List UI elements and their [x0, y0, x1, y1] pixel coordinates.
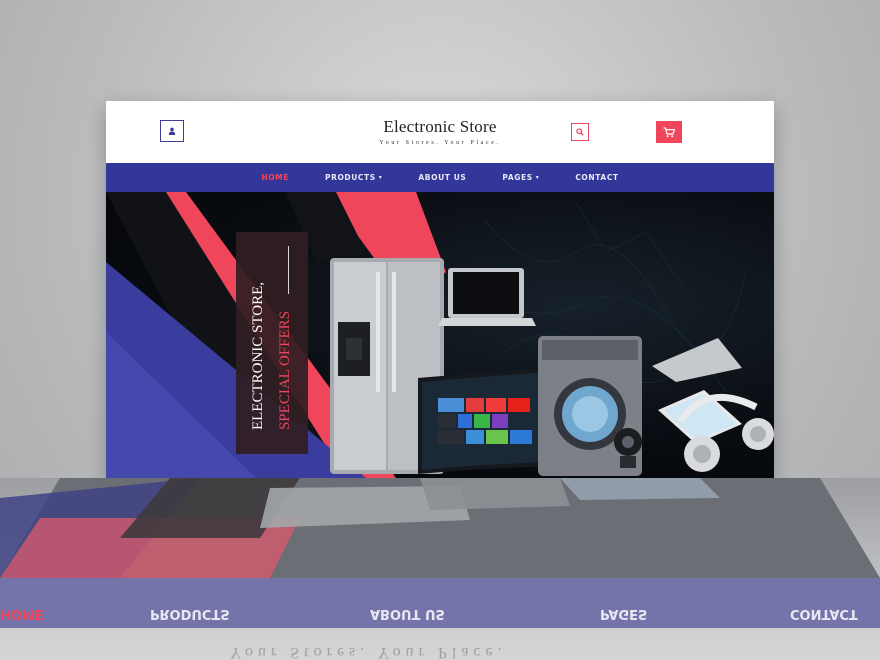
hero-banner: ELECTRONIC STORE, SPECIAL OFFERS — [106, 192, 774, 478]
promo-box[interactable]: ELECTRONIC STORE, SPECIAL OFFERS — [236, 232, 308, 454]
promo-subtitle: SPECIAL OFFERS — [277, 311, 293, 431]
page: { "store": { "title": "Electronic Store"… — [0, 0, 880, 660]
promo-title: ELECTRONIC STORE, — [250, 282, 266, 431]
macbook-icon — [652, 338, 742, 382]
nav-products[interactable]: PRODUCTS ▾ — [325, 173, 382, 182]
search-icon — [576, 128, 584, 136]
nav-pages[interactable]: PAGES ▾ — [502, 173, 539, 182]
website-screenshot: Electronic Store Your Stores. Your Place… — [106, 101, 774, 478]
mirror-reflection: HOME PRODUCTS ABOUT US PAGES CONTACT You… — [0, 478, 880, 660]
chevron-down-icon: ▾ — [535, 174, 540, 181]
reflected-nav-about-us: ABOUT US — [370, 606, 445, 621]
reflected-nav-products: PRODUCTS — [150, 606, 230, 621]
nav-home-label: HOME — [261, 173, 289, 182]
nav-pages-label: PAGES — [502, 173, 533, 182]
cart-icon — [663, 126, 675, 137]
laptop-icon — [438, 268, 536, 326]
reflection-graphic: HOME PRODUCTS ABOUT US PAGES CONTACT You… — [0, 478, 880, 660]
reflected-nav-contact: CONTACT — [790, 606, 858, 621]
nav-about-us[interactable]: ABOUT US — [418, 173, 466, 182]
reflected-nav-pages: PAGES — [600, 606, 647, 621]
reflected-tagline: Your Stores. Your Place. — [230, 644, 507, 660]
nav-products-label: PRODUCTS — [324, 173, 376, 182]
nav-contact[interactable]: CONTACT — [575, 173, 618, 182]
search-button[interactable] — [571, 123, 589, 141]
nav-about-us-label: ABOUT US — [418, 173, 467, 182]
promo-text: ELECTRONIC STORE, SPECIAL OFFERS — [250, 282, 294, 430]
products-illustration — [330, 258, 774, 476]
cart-button[interactable] — [656, 121, 682, 143]
smart-tv-icon — [418, 368, 556, 474]
site-header: Electronic Store Your Stores. Your Place… — [106, 101, 774, 163]
main-nav: HOME PRODUCTS ▾ ABOUT US PAGES ▾ CONTACT — [106, 163, 774, 192]
nav-home[interactable]: HOME — [261, 173, 289, 182]
nav-contact-label: CONTACT — [575, 173, 619, 182]
reflected-nav-home: HOME — [0, 606, 44, 621]
chevron-down-icon: ▾ — [378, 174, 383, 181]
